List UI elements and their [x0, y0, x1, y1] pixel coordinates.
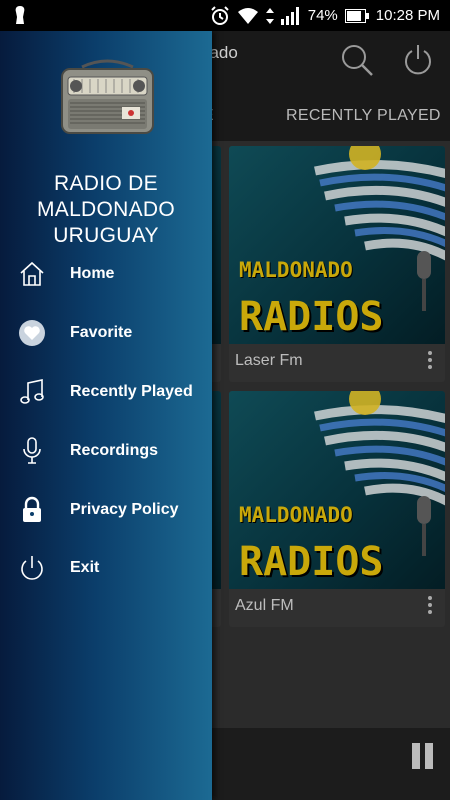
music-note-icon [18, 378, 46, 406]
navigation-drawer: RADIO DE MALDONADO URUGUAY Home Favorite… [0, 31, 212, 800]
menu-item-label: Recordings [70, 441, 159, 459]
home-icon [18, 260, 46, 288]
station-artwork: MALDONADO RADIOS [229, 391, 445, 589]
microphone-icon [18, 436, 46, 465]
clock: 10:28 PM [375, 7, 440, 24]
power-icon [18, 554, 46, 582]
drawer-title: RADIO DE MALDONADO URUGUAY [36, 172, 176, 247]
menu-item-label: Privacy Policy [70, 500, 179, 518]
microphone-image [417, 496, 431, 556]
menu-item-privacy-policy[interactable]: Privacy Policy [0, 480, 212, 539]
pause-icon[interactable] [412, 743, 434, 774]
station-artwork: MALDONADO RADIOS [229, 146, 445, 344]
power-icon[interactable] [402, 43, 434, 80]
menu-item-recently-played[interactable]: Recently Played [0, 363, 212, 422]
notification-icon [13, 5, 27, 30]
uruguay-flag-image [314, 146, 445, 261]
station-name: Laser Fm [235, 352, 303, 369]
menu-item-label: Exit [70, 559, 100, 577]
status-bar: 74% 10:28 PM [0, 0, 450, 31]
tab-recently-played[interactable]: RECENTLY PLAYED [286, 107, 441, 125]
more-vert-icon[interactable] [427, 351, 433, 371]
menu-item-home[interactable]: Home [0, 245, 212, 304]
station-name: Azul FM [235, 597, 294, 614]
heart-icon [18, 319, 46, 347]
menu-item-label: Recently Played [70, 382, 193, 400]
microphone-image [417, 251, 431, 311]
menu-item-label: Favorite [70, 324, 133, 342]
alarm-icon [211, 5, 229, 25]
station-card[interactable]: MALDONADO RADIOS Azul FM [229, 391, 445, 627]
menu-item-label: Home [70, 265, 115, 283]
uruguay-flag-image [314, 391, 445, 506]
radio-logo [61, 59, 154, 134]
drawer-menu: Home Favorite Recently Played Recordings… [0, 245, 212, 598]
search-icon[interactable] [340, 43, 374, 82]
data-arrows-icon [265, 7, 274, 24]
menu-item-exit[interactable]: Exit [0, 539, 212, 598]
battery-percent: 74% [307, 7, 338, 24]
battery-icon [344, 8, 369, 23]
signal-icon [280, 6, 299, 25]
wifi-icon [237, 7, 258, 24]
lock-icon [18, 496, 46, 524]
station-card[interactable]: MALDONADO RADIOS Laser Fm [229, 146, 445, 382]
menu-item-favorite[interactable]: Favorite [0, 304, 212, 363]
more-vert-icon[interactable] [427, 596, 433, 616]
menu-item-recordings[interactable]: Recordings [0, 421, 212, 480]
